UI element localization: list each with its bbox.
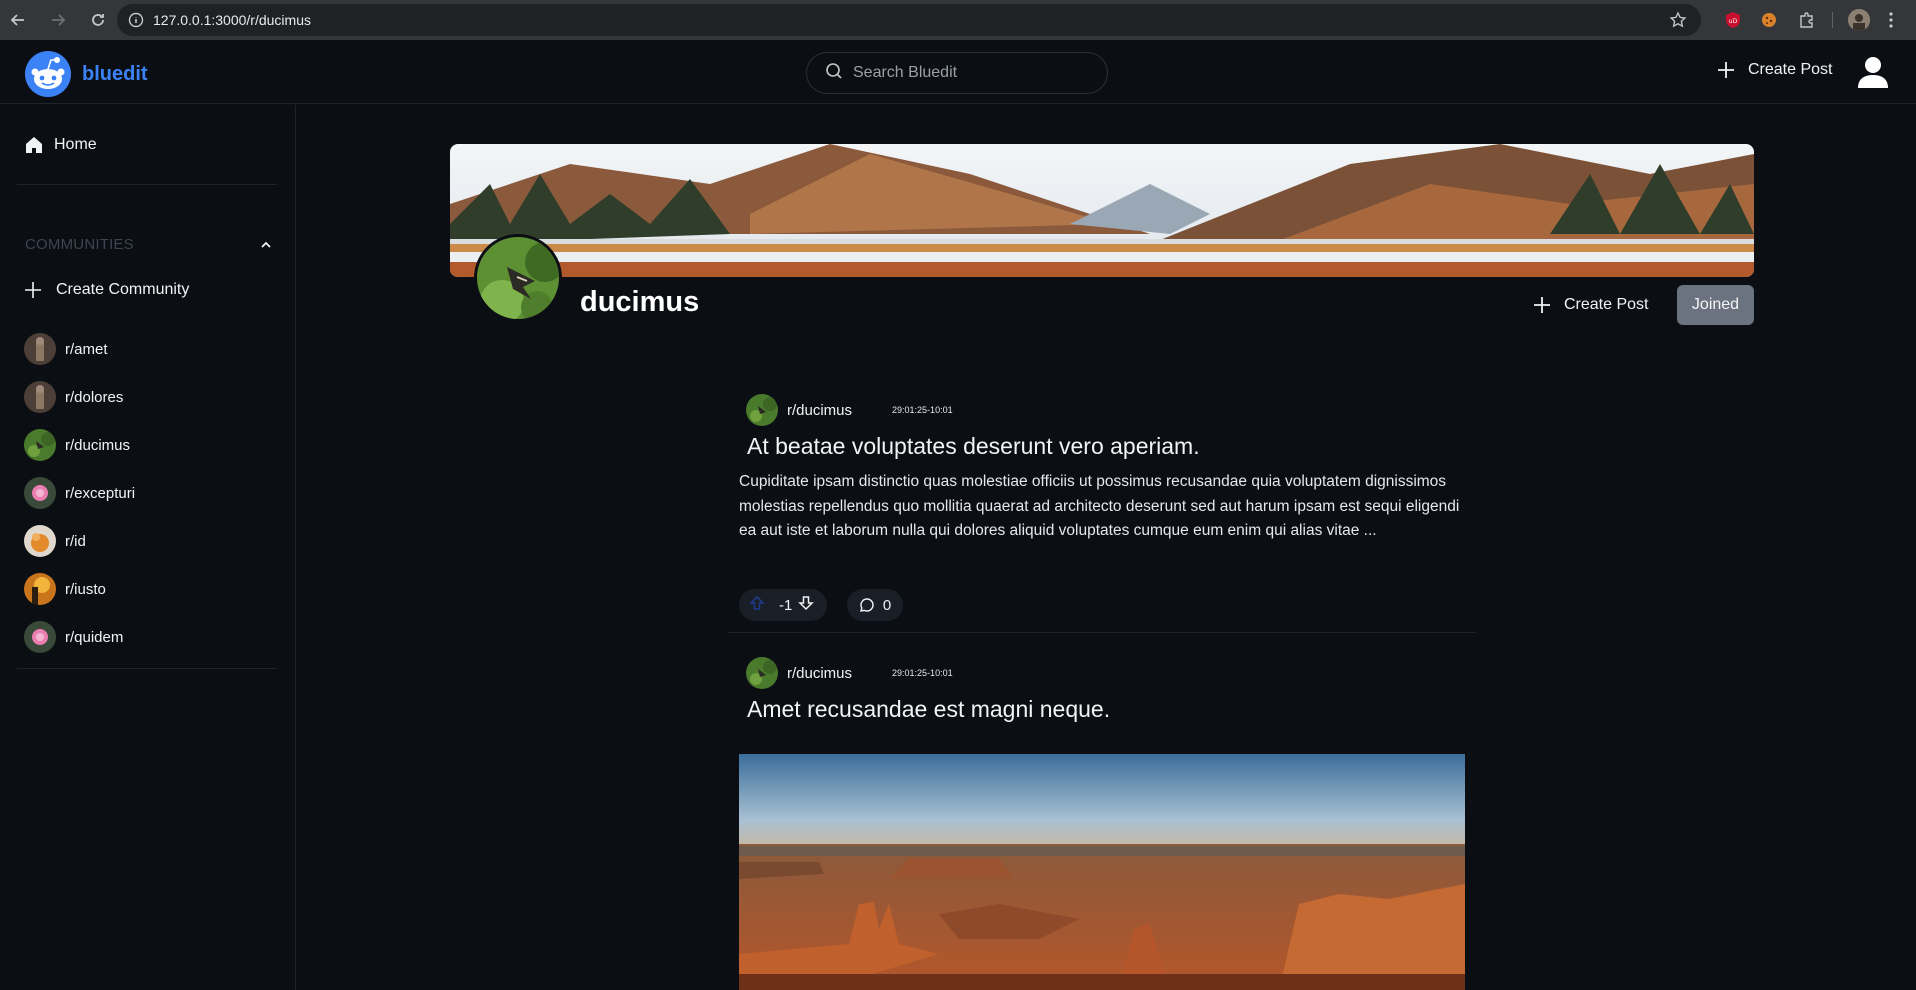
svg-text:uD: uD	[1729, 18, 1738, 25]
header-create-post-button[interactable]: Create Post	[1716, 60, 1832, 80]
logo[interactable]: bluedit	[24, 50, 148, 98]
comment-icon	[859, 598, 874, 612]
post-timestamp: 29:01:25-10:01	[892, 405, 953, 415]
community-avatar-large	[474, 234, 562, 322]
create-post-label: Create Post	[1564, 296, 1649, 313]
community-avatar	[24, 429, 56, 461]
plus-icon	[1718, 62, 1734, 78]
sidebar: Home COMMUNITIES Create Community r/amet…	[0, 105, 296, 990]
comment-count: 0	[882, 596, 892, 614]
post-title[interactable]: At beatae voluptates deserunt vero aperi…	[747, 433, 1200, 460]
create-post-label: Create Post	[1748, 61, 1833, 78]
home-icon	[26, 137, 42, 153]
chevron-up-icon[interactable]	[259, 238, 273, 252]
community-avatar	[24, 381, 56, 413]
sidebar-item-label: r/quidem	[65, 628, 124, 646]
back-icon[interactable]	[4, 6, 32, 34]
user-avatar-icon[interactable]	[1858, 56, 1888, 88]
sidebar-item-id[interactable]: r/id	[24, 517, 135, 565]
community-avatar	[24, 621, 56, 653]
bookmark-star-icon[interactable]	[1669, 11, 1687, 34]
plus-icon	[1534, 297, 1550, 313]
app-header: bluedit Create Post	[0, 40, 1916, 104]
sidebar-item-label: r/iusto	[65, 580, 106, 598]
post-meta: r/ducimus 29:01:25-10:01	[746, 394, 953, 426]
sidebar-item-iusto[interactable]: r/iusto	[24, 565, 135, 613]
post-subreddit-link[interactable]: r/ducimus	[787, 665, 852, 682]
profile-avatar-icon[interactable]	[1848, 9, 1870, 31]
toolbar-separator	[1832, 12, 1833, 28]
community-banner	[450, 144, 1754, 277]
community-avatar	[24, 525, 56, 557]
post-divider	[728, 632, 1476, 633]
upvote-icon[interactable]	[749, 595, 765, 616]
sidebar-divider	[17, 184, 277, 185]
url-text[interactable]: 127.0.0.1:3000/r/ducimus	[153, 12, 311, 28]
browser-toolbar: 127.0.0.1:3000/r/ducimus uD	[0, 0, 1916, 40]
community-list: r/amet r/dolores r/ducimus r/excepturi r…	[24, 325, 135, 661]
sidebar-item-amet[interactable]: r/amet	[24, 325, 135, 373]
community-avatar	[24, 333, 56, 365]
sidebar-divider	[17, 668, 277, 669]
create-community-label: Create Community	[56, 281, 190, 298]
sidebar-item-excepturi[interactable]: r/excepturi	[24, 469, 135, 517]
joined-button[interactable]: Joined	[1677, 285, 1754, 325]
post-card[interactable]: r/ducimus 29:01:25-10:01 Amet recusandae…	[728, 653, 1476, 990]
downvote-icon[interactable]	[798, 595, 815, 616]
community-avatar[interactable]	[746, 394, 778, 426]
sidebar-item-label: Home	[54, 136, 97, 153]
communities-heading: COMMUNITIES	[25, 236, 134, 253]
vote-control: -1	[739, 589, 827, 621]
site-info-icon[interactable]	[127, 11, 145, 29]
community-avatar	[24, 477, 56, 509]
forward-icon[interactable]	[44, 6, 72, 34]
sidebar-item-label: r/id	[65, 532, 86, 550]
community-title: ducimus	[580, 286, 700, 318]
post-title[interactable]: Amet recusandae est magni neque.	[747, 696, 1110, 723]
sidebar-item-label: r/amet	[65, 340, 108, 358]
brand-name: bluedit	[82, 62, 148, 85]
sidebar-item-label: r/excepturi	[65, 484, 136, 502]
address-bar[interactable]: 127.0.0.1:3000/r/ducimus	[117, 4, 1701, 36]
reload-icon[interactable]	[84, 6, 112, 34]
sidebar-item-ducimus[interactable]: r/ducimus	[24, 421, 135, 469]
search-input[interactable]	[853, 64, 1083, 82]
sidebar-item-quidem[interactable]: r/quidem	[24, 613, 135, 661]
browser-menu-icon[interactable]	[1880, 9, 1902, 31]
communities-section-header[interactable]: COMMUNITIES	[25, 236, 273, 253]
post-meta: r/ducimus 29:01:25-10:01	[746, 657, 953, 689]
post-image[interactable]	[739, 754, 1465, 990]
cookie-extension-icon[interactable]	[1758, 9, 1780, 31]
ublock-extension-icon[interactable]: uD	[1722, 9, 1744, 31]
post-timestamp: 29:01:25-10:01	[892, 668, 953, 678]
community-avatar[interactable]	[746, 657, 778, 689]
bluedit-logo-icon	[25, 51, 71, 97]
extensions-puzzle-icon[interactable]	[1796, 9, 1818, 31]
sidebar-item-dolores[interactable]: r/dolores	[24, 373, 135, 421]
post-card[interactable]: r/ducimus 29:01:25-10:01 At beatae volup…	[728, 390, 1476, 633]
community-avatar	[24, 573, 56, 605]
plus-icon	[25, 282, 41, 298]
sidebar-item-label: r/ducimus	[65, 436, 131, 454]
sidebar-item-home[interactable]: Home	[24, 135, 97, 155]
community-create-post-button[interactable]: Create Post	[1532, 295, 1648, 315]
vote-score: -1	[779, 596, 793, 614]
post-subreddit-link[interactable]: r/ducimus	[787, 402, 852, 419]
create-community-button[interactable]: Create Community	[24, 281, 189, 299]
comments-button[interactable]: 0	[847, 589, 903, 621]
post-body: Cupiditate ipsam distinctio quas molesti…	[739, 473, 1460, 539]
sidebar-item-label: r/dolores	[65, 388, 124, 406]
search-icon	[825, 62, 843, 85]
search-bar[interactable]	[806, 52, 1108, 94]
